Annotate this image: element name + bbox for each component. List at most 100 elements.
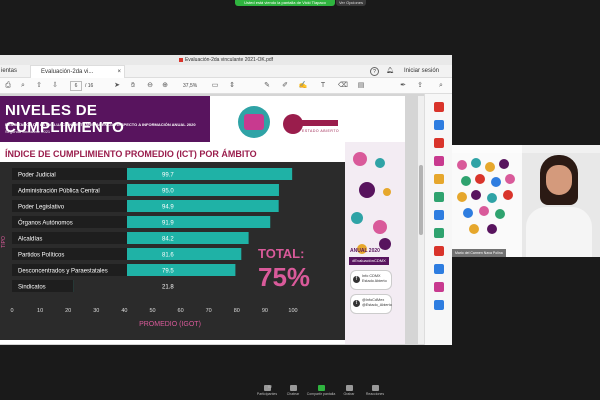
page-total: / 16 [85,83,94,89]
background-poster [452,145,522,257]
page-number-input[interactable]: 6 [70,81,82,91]
value-label: 99.7 [162,173,174,179]
tab-document-label: Evaluación-2da vi... [41,69,94,75]
tab-document[interactable]: Evaluación-2da vi... × [30,65,125,78]
page-subtitle: RESULTADOS DE LA EVALUACIÓN DE TRANSPARE… [5,122,196,127]
chart-title: ÍNDICE DE CUMPLIMIENTO PROMEDIO (ICT) PO… [5,149,257,159]
value-label: 84.2 [162,237,174,243]
hand-tool-icon[interactable]: ✋︎ [128,81,138,91]
participant-name: Mario del Carmen Nava Polina [452,249,506,257]
search-icon[interactable]: ⌕ [436,81,446,91]
category-label: Órganos Autónomos [18,220,73,227]
fill-sign-icon[interactable] [434,264,444,274]
scan-icon[interactable] [434,228,444,238]
participant-video[interactable]: Mario del Carmen Nava Polina [452,145,600,257]
share-icon[interactable]: ⇪ [415,81,425,91]
category-label: Alcaldías [18,237,42,243]
poster-dots [457,158,515,234]
protect-icon[interactable] [434,246,444,256]
facebook-icon: f [353,276,360,283]
view-options-button[interactable]: Ver Opciones [336,0,366,6]
reactions-button[interactable]: Reacciones [360,385,390,396]
tab-bar: ientas Evaluación-2da vi... × ? 🔔︎ Inici… [0,65,452,78]
y-axis-label: TIPO [1,236,7,248]
stamp-icon[interactable]: ▤ [356,81,366,91]
page-up-icon[interactable]: ⇧ [34,81,44,91]
comment-tool-icon[interactable] [434,174,444,184]
participants-label: Participantes [256,392,278,396]
value-label: 94.9 [162,205,174,211]
bell-icon[interactable]: 🔔︎ [386,67,394,75]
x-tick-label: 90 [262,308,268,314]
tab-tools[interactable]: ientas [0,65,28,78]
comment-icon[interactable]: ✎ [262,81,272,91]
bar-chart: TIPO Poder Judicial 99.7 Administración Púb… [1,168,310,328]
video-top-strip [452,145,600,153]
twitter-icon: t [353,300,360,307]
facebook-card: f Info CDMX Estado Abierto [350,270,392,290]
sign-icon[interactable]: ✒ [398,81,408,91]
pdf-toolbar: ⎙ ⌕ ⇧ ⇩ 6 / 16 ➤ ✋︎ ⊖ ⊕ 37,5% ▭ ⇕ ✎ ✐ ✍ … [0,78,452,94]
total-label: TOTAL: [258,246,304,261]
x-tick-label: 40 [121,308,127,314]
zoom-level[interactable]: 37,5% [183,81,197,91]
value-label: 79.5 [162,269,174,275]
x-tick-label: 80 [234,308,240,314]
window-title: Evaluación-2da vinculante 2021-OK.pdf [184,57,274,63]
x-tick-label: 60 [178,308,184,314]
participant-body [526,207,592,257]
highlight-icon[interactable]: ✐ [280,81,290,91]
x-tick-label: 20 [65,308,71,314]
participants-count: 62 [268,385,272,389]
magnify-icon[interactable]: ⌕ [18,81,28,91]
tools-side-panel [424,94,452,345]
zoom-in-icon[interactable]: ⊕ [160,81,170,91]
category-label: Sindicatos [18,285,46,291]
page-header: NIVELES DE CUMPLIMIENTO RESULTADOS DE LA… [0,96,210,142]
value-label: 95.0 [162,189,174,195]
share-screen-icon [317,385,325,391]
chat-button[interactable]: Chatear [278,385,308,396]
twitter-line-2: @Estado_Abierto [362,303,392,307]
close-tab-icon[interactable]: × [117,66,121,78]
edit-pdf-icon[interactable] [434,156,444,166]
export-pdf-icon[interactable] [434,120,444,130]
x-tick-label: 30 [93,308,99,314]
window-titlebar: Evaluación-2da vinculante 2021-OK.pdf [0,55,452,65]
chat-label: Chatear [286,392,300,396]
search-tool-icon[interactable] [434,102,444,112]
x-tick-label: 70 [206,308,212,314]
page-down-icon[interactable]: ⇩ [50,81,60,91]
print-icon[interactable]: ⎙ [3,81,13,91]
delete-icon[interactable]: ⌫ [338,81,348,91]
zoom-out-icon[interactable]: ⊖ [145,81,155,91]
share-screen-button[interactable]: Compartir pantalla [306,385,336,396]
select-cursor-icon[interactable]: ➤ [112,81,122,91]
estado-abierto-label: ESTADO ABIERTO [302,129,340,133]
pdf-file-icon [178,57,183,62]
meeting-controls: Participantes Chatear Compartir pantalla… [0,383,600,400]
create-pdf-icon[interactable] [434,138,444,148]
x-tick-label: 0 [10,308,13,314]
share-tool-icon[interactable] [434,300,444,310]
record-label: Grabar [343,392,355,396]
value-label: 91.9 [162,221,174,227]
fit-page-icon[interactable]: ▭ [210,81,220,91]
text-icon[interactable]: T [318,81,328,91]
draw-icon[interactable]: ✍ [298,81,308,91]
value-label: 81.6 [162,253,174,259]
category-label: Desconcentrados y Paraestatales [18,269,108,275]
ict-logo [238,106,270,138]
scrollbar-thumb[interactable] [419,165,423,235]
scroll-mode-icon[interactable]: ⇕ [227,81,237,91]
reactions-icon [371,385,379,391]
share-banner: Usted está viendo la pantalla de Vicki T… [235,0,335,6]
combine-files-icon[interactable] [434,192,444,202]
x-tick-label: 10 [37,308,43,314]
category-label: Poder Judicial [18,173,56,179]
more-tools-icon[interactable] [434,282,444,292]
sign-in-link[interactable]: Iniciar sesión [404,65,439,78]
twitter-card: t @InfoCdMex @Estado_Abierto [350,294,392,314]
organize-pages-icon[interactable] [434,210,444,220]
help-icon[interactable]: ? [370,67,379,76]
